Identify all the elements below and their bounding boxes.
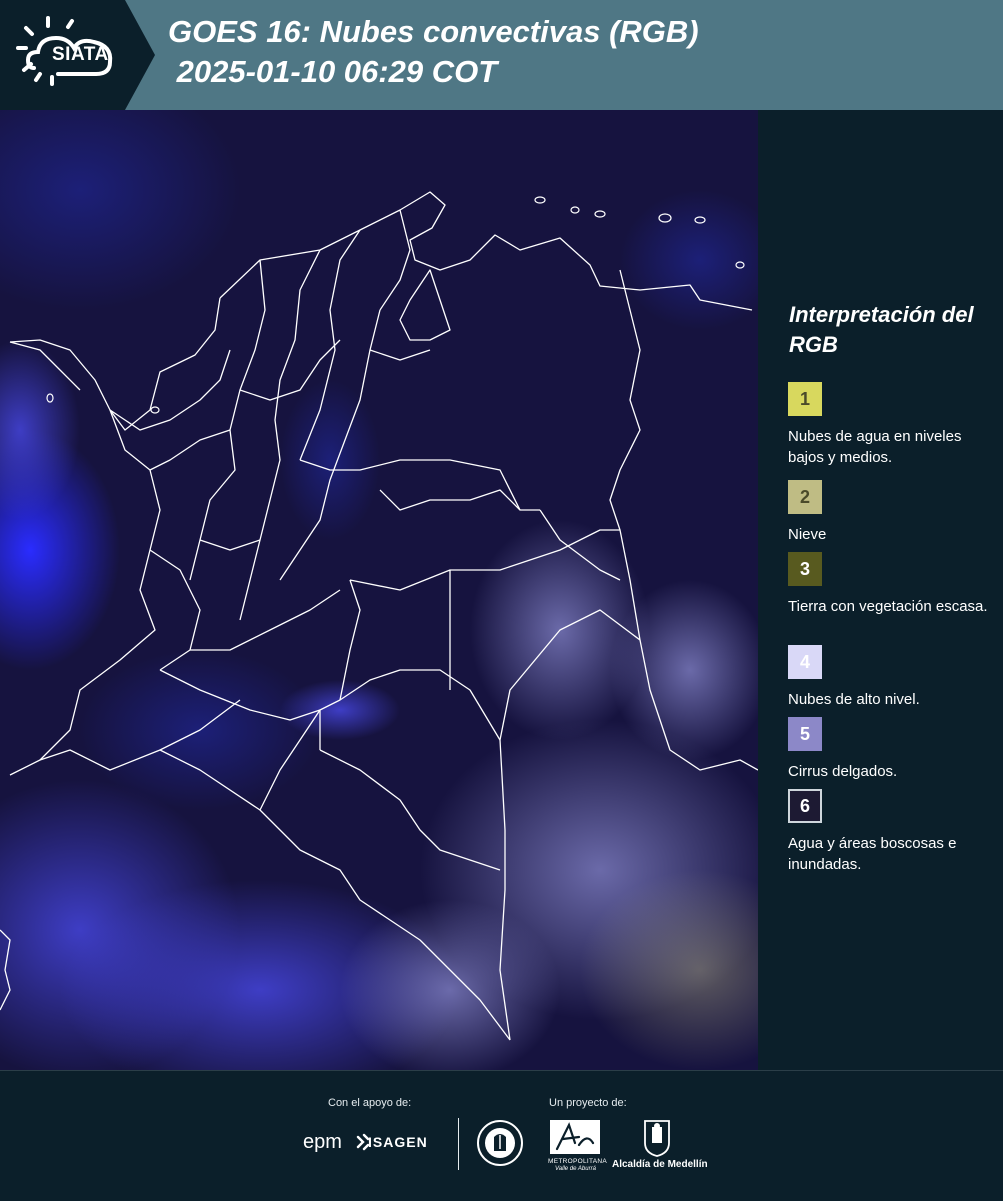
- alcaldia-medellin-label: Alcaldía de Medellín: [612, 1159, 708, 1170]
- page-title: GOES 16: Nubes convectivas (RGB) 2025-01…: [168, 12, 699, 92]
- legend-swatch-4: 4: [788, 645, 822, 679]
- legend-item-1: 1 Nubes de agua en niveles bajos y medio…: [788, 382, 993, 468]
- legend-item-2: 2 Nieve: [788, 480, 993, 545]
- legend-number-6: 6: [799, 795, 810, 816]
- support-label: Con el apoyo de:: [328, 1097, 412, 1109]
- alcaldia-shield-icon: [644, 1120, 670, 1157]
- legend-title: Interpretación del RGB: [789, 302, 974, 357]
- isagen-logo: ISAGEN: [368, 1134, 428, 1150]
- epm-logo: epm: [303, 1131, 342, 1153]
- legend-label-1: Nubes de agua en niveles bajos y medios.: [788, 428, 962, 466]
- legend-swatch-6: 6: [788, 789, 822, 823]
- legend-item-3: 3 Tierra con vegetación escasa.: [788, 552, 993, 617]
- footer-divider: [458, 1118, 459, 1170]
- legend-number-1: 1: [799, 388, 810, 409]
- legend-label-3: Tierra con vegetación escasa.: [788, 598, 988, 615]
- legend-label-6: Agua y áreas boscosas e inundadas.: [788, 835, 957, 873]
- logo-block: SIATA: [0, 0, 125, 110]
- legend-label-4: Nubes de alto nivel.: [788, 691, 920, 708]
- header-bar: SIATA GOES 16: Nubes convectivas (RGB) 2…: [0, 0, 1003, 110]
- legend-label-2: Nieve: [788, 526, 827, 543]
- rgb-satellite-image: [0, 110, 758, 1070]
- legend-number-2: 2: [799, 486, 810, 507]
- university-seal-icon: [477, 1120, 523, 1166]
- title-line-2: 2025-01-10 06:29 COT: [168, 54, 498, 89]
- legend-number-3: 3: [799, 558, 810, 579]
- legend-item-6: 6 Agua y áreas boscosas e inundadas.: [788, 789, 993, 875]
- legend-number-4: 4: [799, 651, 810, 672]
- legend-swatch-3: 3: [788, 552, 822, 586]
- footer: Con el apoyo de: Un proyecto de: epm ISA…: [0, 1070, 1003, 1201]
- satellite-map[interactable]: [0, 110, 758, 1070]
- legend-swatch-1: 1: [788, 382, 822, 416]
- logo-arrow-shape: [125, 0, 155, 110]
- legend-swatch-2: 2: [788, 480, 822, 514]
- siata-logo-text: SIATA: [52, 44, 109, 65]
- title-line-1: GOES 16: Nubes convectivas (RGB): [168, 14, 699, 49]
- area-metropolitana-line2: Valle de Aburrá: [555, 1166, 596, 1172]
- project-label: Un proyecto de:: [549, 1097, 627, 1109]
- legend-label-5: Cirrus delgados.: [788, 763, 898, 780]
- area-metropolitana-line1: METROPOLITANA: [548, 1158, 608, 1165]
- legend-number-5: 5: [799, 723, 810, 744]
- legend-item-4: 4 Nubes de alto nivel.: [788, 645, 993, 710]
- rgb-legend: Interpretación del RGB 1 Nubes de agua e…: [770, 110, 1003, 1070]
- legend-item-5: 5 Cirrus delgados.: [788, 717, 993, 782]
- legend-swatch-5: 5: [788, 717, 822, 751]
